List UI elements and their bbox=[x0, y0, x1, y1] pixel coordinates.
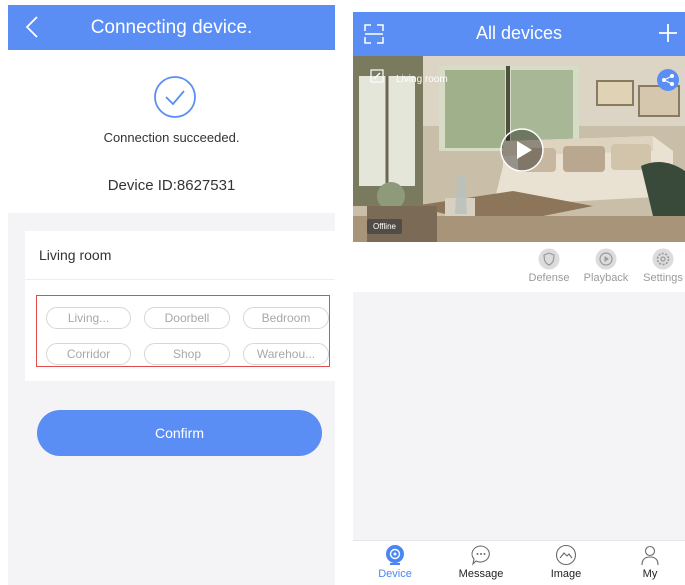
page-title: All devices bbox=[475, 23, 563, 43]
back-icon[interactable] bbox=[22, 14, 44, 40]
device-id-label: Device ID:8627531 bbox=[107, 177, 236, 194]
success-message: Connection succeeded. bbox=[103, 130, 240, 145]
all-devices-screen: All devices Living room Offline Defense … bbox=[353, 12, 685, 585]
device-icon bbox=[386, 545, 404, 565]
playback-label: Playback bbox=[583, 272, 629, 284]
page-title: Connecting device. bbox=[90, 17, 253, 38]
defense-icon bbox=[538, 248, 560, 270]
name-suggestions: Living... Doorbell Bedroom Corridor Shop… bbox=[36, 295, 330, 367]
checkmark-circle-icon bbox=[154, 76, 196, 118]
nav-my-label: My bbox=[642, 568, 658, 580]
settings-icon bbox=[652, 248, 674, 270]
settings-button[interactable]: Settings bbox=[637, 248, 685, 284]
suggestion-chip-living[interactable]: Living... bbox=[46, 307, 131, 329]
nav-message-label: Message bbox=[458, 568, 504, 580]
nav-image-label: Image bbox=[550, 568, 582, 580]
message-icon bbox=[471, 545, 490, 566]
camera-actions: Defense Playback Settings bbox=[353, 242, 685, 292]
connect-device-screen: Connecting device. Connection succeeded.… bbox=[8, 5, 335, 585]
share-icon[interactable] bbox=[657, 69, 679, 91]
status-badge: Offline bbox=[367, 219, 402, 234]
bottom-nav: Device Message Image My bbox=[353, 540, 685, 585]
header-bar: All devices bbox=[353, 12, 685, 56]
device-name-input[interactable] bbox=[25, 231, 335, 279]
suggestion-chip-bedroom[interactable]: Bedroom bbox=[243, 307, 329, 329]
nav-message[interactable]: Message bbox=[446, 544, 516, 580]
play-icon[interactable] bbox=[499, 127, 545, 173]
image-icon bbox=[555, 544, 577, 566]
settings-label: Settings bbox=[643, 272, 683, 284]
divider bbox=[25, 279, 335, 280]
nav-image[interactable]: Image bbox=[531, 544, 601, 580]
person-icon bbox=[641, 545, 659, 566]
defense-button[interactable]: Defense bbox=[523, 248, 575, 284]
suggestion-chip-warehouse[interactable]: Warehou... bbox=[243, 343, 329, 365]
defense-label: Defense bbox=[528, 272, 570, 284]
camera-name: Living room bbox=[396, 74, 448, 85]
nav-device[interactable]: Device bbox=[360, 544, 430, 580]
nav-my[interactable]: My bbox=[615, 544, 685, 580]
confirm-button[interactable]: Confirm bbox=[37, 410, 322, 456]
suggestion-chip-corridor[interactable]: Corridor bbox=[46, 343, 131, 365]
edit-icon[interactable] bbox=[370, 69, 384, 83]
add-icon[interactable] bbox=[658, 23, 678, 43]
playback-button[interactable]: Playback bbox=[580, 248, 632, 284]
playback-icon bbox=[595, 248, 617, 270]
header-bar: Connecting device. bbox=[8, 5, 335, 50]
suggestion-chip-shop[interactable]: Shop bbox=[144, 343, 230, 365]
suggestion-chip-doorbell[interactable]: Doorbell bbox=[144, 307, 230, 329]
scan-icon[interactable] bbox=[364, 24, 384, 44]
nav-device-label: Device bbox=[378, 568, 412, 580]
